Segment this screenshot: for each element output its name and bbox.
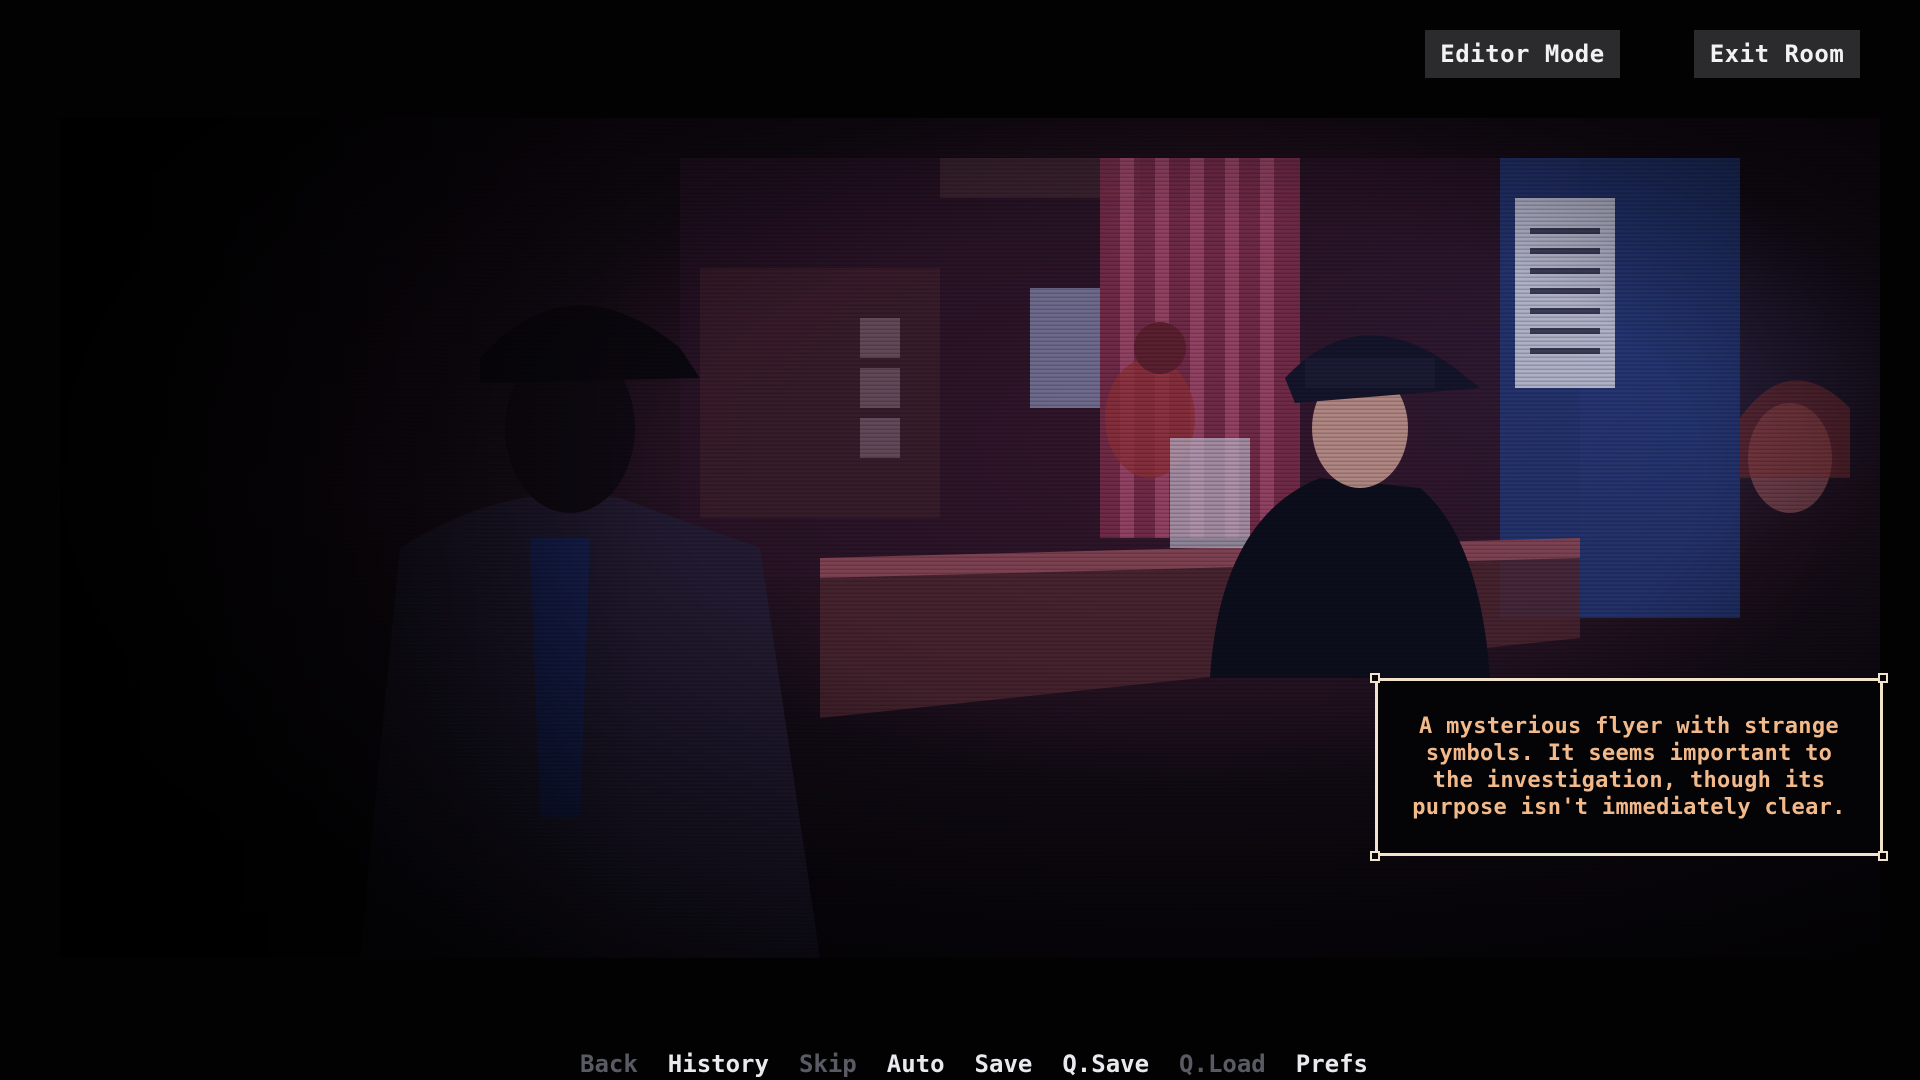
quick-menu-qload[interactable]: Q.Load [1179, 1050, 1266, 1078]
quick-menu-skip[interactable]: Skip [799, 1050, 857, 1078]
quick-menu-qsave[interactable]: Q.Save [1062, 1050, 1149, 1078]
quick-menu-back[interactable]: Back [580, 1050, 638, 1078]
corner-ornament [1878, 851, 1888, 861]
item-description-box: A mysterious flyer with strange symbols.… [1370, 673, 1888, 861]
quick-menu: Back History Skip Auto Save Q.Save Q.Loa… [580, 1050, 1398, 1078]
corner-ornament [1370, 673, 1380, 683]
exit-room-button[interactable]: Exit Room [1694, 30, 1860, 78]
item-description-text: A mysterious flyer with strange symbols.… [1412, 714, 1846, 820]
quick-menu-prefs[interactable]: Prefs [1296, 1050, 1368, 1078]
quick-menu-auto[interactable]: Auto [887, 1050, 945, 1078]
corner-ornament [1370, 851, 1380, 861]
editor-mode-button[interactable]: Editor Mode [1425, 30, 1620, 78]
game-screen: Editor Mode Exit Room A mysterious flyer… [0, 0, 1920, 1080]
quick-menu-save[interactable]: Save [975, 1050, 1033, 1078]
corner-ornament [1878, 673, 1888, 683]
quick-menu-history[interactable]: History [668, 1050, 769, 1078]
